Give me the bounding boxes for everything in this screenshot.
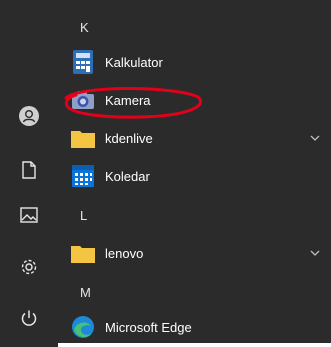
- taskbar-edge: [58, 343, 331, 347]
- section-header-l[interactable]: L: [80, 208, 87, 223]
- app-label: kdenlive: [105, 130, 153, 146]
- app-list: K Kalkulator Kamera kdenlive Koledar L l…: [58, 0, 331, 343]
- app-label: lenovo: [105, 245, 144, 261]
- start-rail: [0, 0, 58, 347]
- app-item-lenovo[interactable]: lenovo: [58, 234, 331, 272]
- settings-button[interactable]: [14, 252, 44, 282]
- chevron-down-icon: [310, 135, 320, 141]
- section-header-m[interactable]: M: [80, 285, 91, 300]
- edge-icon: [72, 316, 94, 338]
- folder-icon: [71, 131, 95, 148]
- documents-button[interactable]: [14, 155, 44, 185]
- chevron-down-icon: [310, 250, 320, 256]
- document-icon: [22, 161, 36, 179]
- app-label: Kalkulator: [105, 54, 163, 70]
- app-label: Microsoft Edge: [105, 319, 192, 335]
- calendar-icon: [72, 165, 94, 187]
- app-item-kamera[interactable]: Kamera: [58, 81, 331, 119]
- app-label: Kamera: [105, 92, 151, 108]
- power-button[interactable]: [14, 303, 44, 333]
- app-item-kdenlive[interactable]: kdenlive: [58, 119, 331, 157]
- app-item-microsoft-edge[interactable]: Microsoft Edge: [58, 308, 331, 346]
- app-item-koledar[interactable]: Koledar: [58, 157, 331, 195]
- app-item-kalkulator[interactable]: Kalkulator: [58, 43, 331, 81]
- section-header-k[interactable]: K: [80, 20, 89, 35]
- user-account-button[interactable]: [14, 101, 44, 131]
- user-icon: [19, 106, 39, 126]
- folder-icon: [71, 246, 95, 263]
- pictures-icon: [20, 207, 38, 223]
- pictures-button[interactable]: [14, 200, 44, 230]
- power-icon: [21, 310, 37, 326]
- calculator-icon: [73, 50, 93, 74]
- settings-icon: [21, 259, 37, 275]
- app-label: Koledar: [105, 168, 150, 184]
- camera-icon: [72, 91, 94, 109]
